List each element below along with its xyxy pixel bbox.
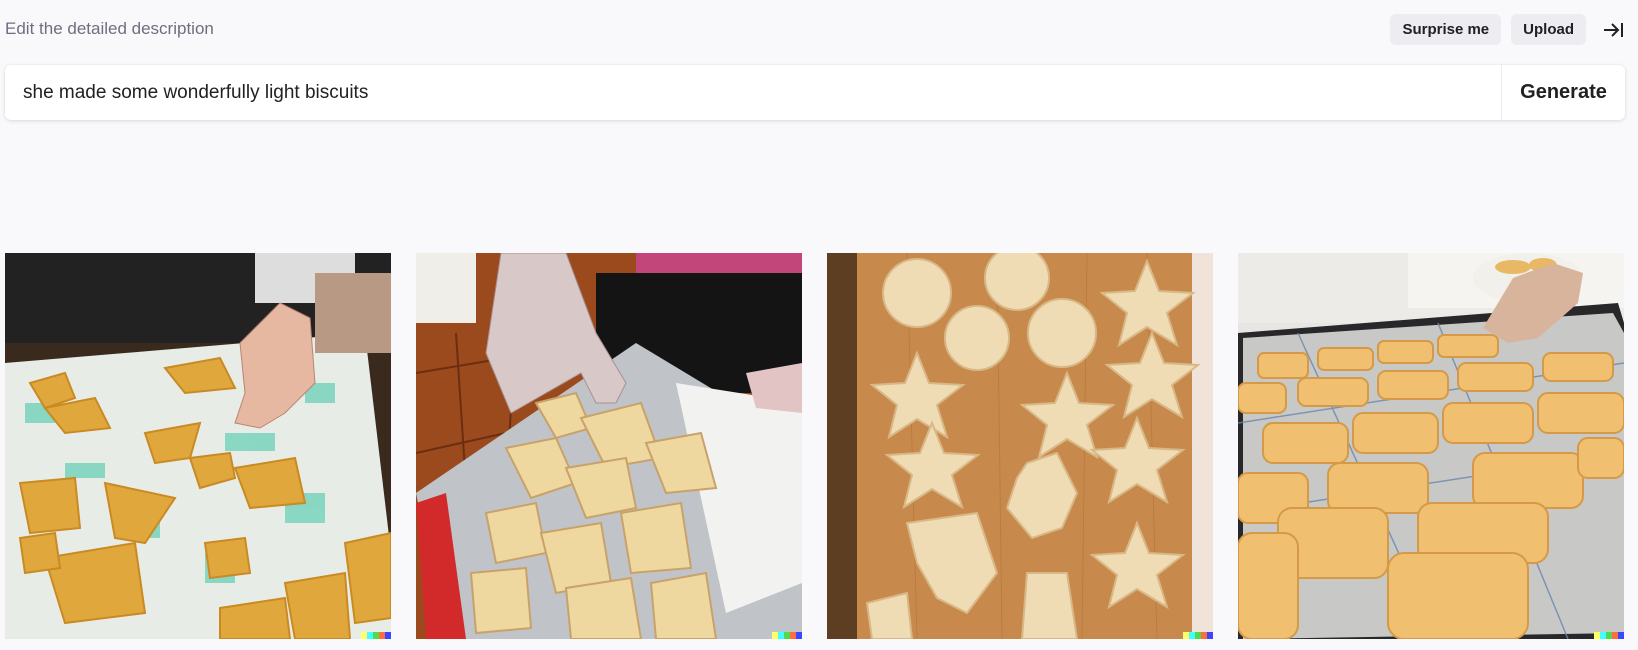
biscuits-image xyxy=(416,253,802,639)
result-image-2[interactable] xyxy=(416,253,802,639)
biscuits-image xyxy=(5,253,391,639)
signature-mark xyxy=(772,632,802,639)
page-title: Edit the detailed description xyxy=(5,19,214,38)
result-image-3[interactable] xyxy=(827,253,1213,639)
header-actions: Surprise me Upload xyxy=(1390,14,1628,45)
prompt-input[interactable] xyxy=(5,65,1501,120)
result-image-1[interactable] xyxy=(5,253,391,639)
generate-button[interactable]: Generate xyxy=(1501,65,1625,120)
surprise-me-button[interactable]: Surprise me xyxy=(1390,14,1502,45)
prompt-bar: Generate xyxy=(5,65,1625,120)
upload-button[interactable]: Upload xyxy=(1511,14,1586,45)
signature-mark xyxy=(1594,632,1624,639)
signature-mark xyxy=(361,632,391,639)
collapse-button[interactable] xyxy=(1598,14,1628,45)
results-grid xyxy=(5,253,1624,639)
signature-mark xyxy=(1183,632,1213,639)
arrow-right-to-bar-icon xyxy=(1604,22,1623,37)
biscuits-image xyxy=(827,253,1213,639)
header: Edit the detailed description Surprise m… xyxy=(0,0,1638,58)
biscuits-image xyxy=(1238,253,1624,639)
result-image-4[interactable] xyxy=(1238,253,1624,639)
